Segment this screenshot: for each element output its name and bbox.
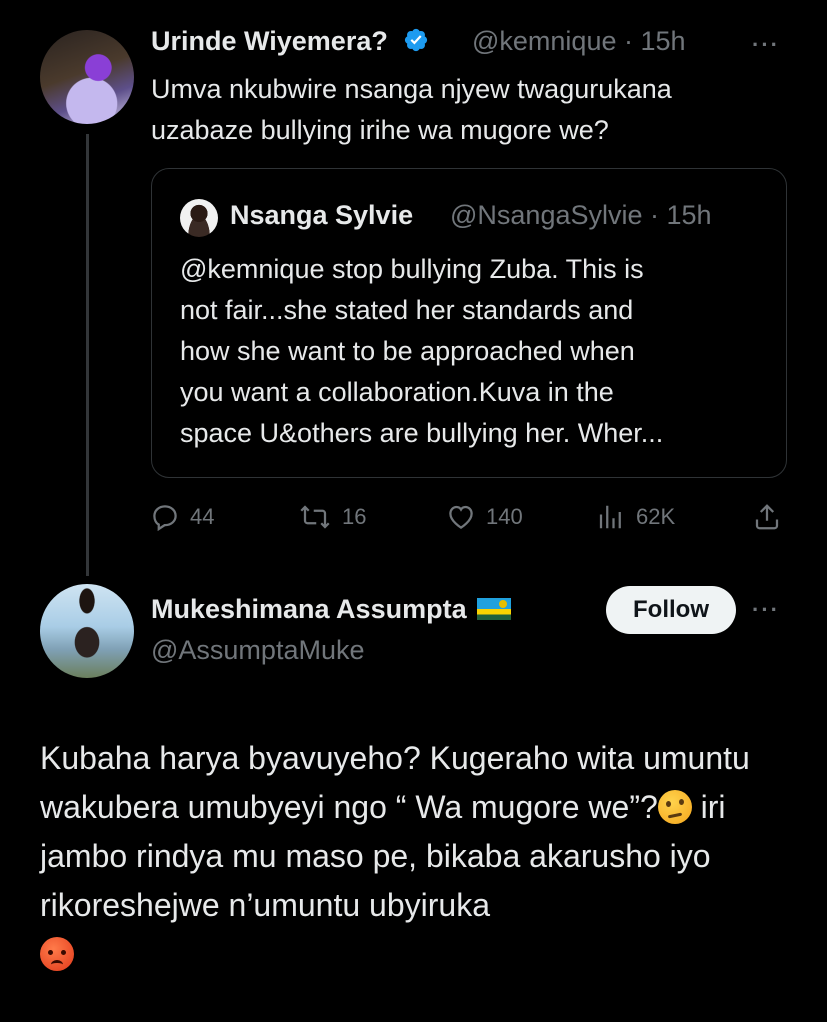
author-name-text: Urinde Wiyemera? [151, 26, 388, 56]
author-name[interactable]: Urinde Wiyemera? [151, 26, 429, 57]
reply-text: Kubaha harya byavuyeho? Kugeraho wita um… [40, 734, 800, 979]
retweet-count: 16 [342, 504, 367, 529]
quoted-text-line: you want a collaboration.Kuva in the [180, 377, 614, 407]
like-button[interactable]: 140 [446, 497, 523, 537]
tweet-text-line: Umva nkubwire nsanga njyew twagurukana [151, 74, 672, 104]
author-handle-and-time[interactable]: @kemnique · 15h [472, 26, 686, 57]
reply-author-name[interactable]: Mukeshimana Assumpta [151, 594, 511, 625]
reply-icon [153, 505, 177, 532]
share-button[interactable] [752, 497, 782, 537]
tweet-text-line: uzabaze bullying irihe wa mugore we? [151, 115, 609, 145]
quoted-text-line: how she want to be approached when [180, 336, 635, 366]
quoted-text-line: @kemnique stop bullying Zuba. This is [180, 254, 644, 284]
author-handle: @kemnique [472, 26, 617, 56]
reply-more-options-icon[interactable]: ··· [752, 597, 780, 623]
quoted-text-line: space U&others are bullying her. Wher... [180, 418, 664, 448]
quoted-avatar [180, 199, 218, 237]
thinking-face-icon [657, 790, 692, 824]
reply-text-part1: Kubaha harya byavuyeho? Kugeraho wita um… [40, 740, 750, 825]
share-icon [755, 504, 779, 530]
views-button[interactable]: 62K [596, 497, 675, 537]
retweet-icon [300, 505, 330, 529]
verified-badge-icon [405, 28, 428, 52]
views-count: 62K [636, 504, 676, 529]
angry-face-icon [40, 937, 74, 971]
reply-handle[interactable]: @AssumptaMuke [151, 635, 364, 666]
tweet-time: · 15h [624, 26, 686, 56]
follow-button[interactable]: Follow [606, 586, 736, 634]
reply-avatar[interactable] [40, 584, 134, 678]
views-chart-icon [599, 505, 621, 529]
quoted-time: · 15h [650, 200, 712, 230]
tweet-action-bar: 44 16 140 62K [150, 497, 790, 537]
quoted-handle-and-time: @NsangaSylvie · 15h [450, 200, 712, 231]
quoted-tweet-card[interactable]: Nsanga Sylvie @NsangaSylvie · 15h @kemni… [151, 168, 787, 478]
more-options-icon[interactable]: ··· [752, 32, 780, 58]
thread-connector-line [86, 134, 89, 576]
rwanda-flag-icon [476, 598, 511, 620]
quoted-author-name: Nsanga Sylvie [230, 200, 414, 230]
reply-count: 44 [190, 504, 215, 529]
reply-author-name-text: Mukeshimana Assumpta [151, 594, 467, 624]
retweet-button[interactable]: 16 [298, 497, 366, 537]
heart-icon [449, 505, 473, 529]
quoted-text-line: not fair...she stated her standards and [180, 295, 634, 325]
reply-button[interactable]: 44 [150, 497, 214, 537]
tweet-text: Umva nkubwire nsanga njyew twagurukana u… [151, 69, 672, 151]
like-count: 140 [486, 504, 523, 529]
avatar[interactable] [40, 30, 134, 124]
quoted-handle: @NsangaSylvie [450, 200, 643, 230]
quoted-text: @kemnique stop bullying Zuba. This is no… [180, 249, 663, 454]
